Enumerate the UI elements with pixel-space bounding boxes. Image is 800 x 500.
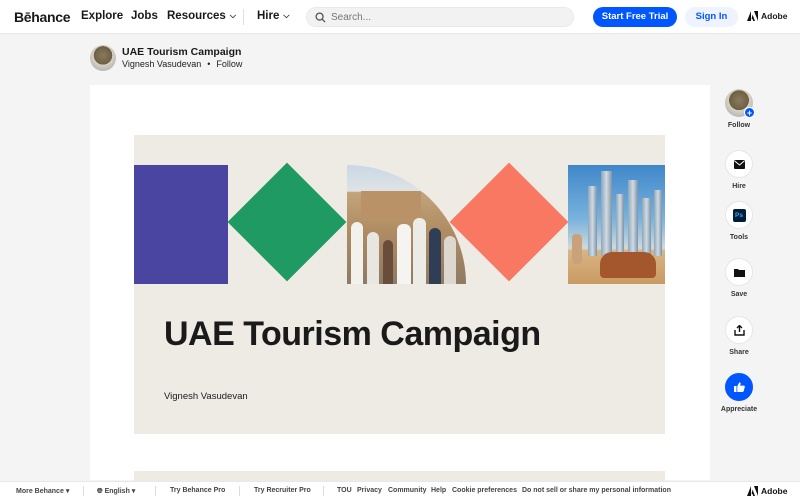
rail-save-label: Save (730, 291, 748, 298)
nav-hire[interactable]: Hire ⌵ (257, 10, 289, 22)
fort-wall (361, 191, 421, 221)
footer-more-behance[interactable]: More Behance ▾ (16, 487, 69, 495)
figure (429, 228, 441, 284)
slide-author: Vignesh Vasudevan (164, 391, 248, 402)
plus-icon: + (744, 107, 755, 118)
globe-icon: 🌐︎ (97, 488, 103, 495)
coral-diamond (449, 162, 569, 282)
start-free-trial-button[interactable]: Start Free Trial (593, 7, 677, 27)
purple-rectangle (134, 165, 228, 284)
footer-language-label: English (104, 488, 130, 495)
figure (413, 218, 426, 284)
skyscraper (628, 180, 638, 256)
nav-divider (243, 9, 244, 25)
photoshop-icon: Ps (732, 208, 746, 222)
skyscraper (642, 198, 651, 256)
project-title: UAE Tourism Campaign (122, 46, 242, 58)
chevron-down-icon: ⌵ (229, 11, 236, 20)
footer-cookie-preferences[interactable]: Cookie preferences (452, 487, 517, 494)
footer-try-recruiter-pro[interactable]: Try Recruiter Pro (254, 487, 311, 494)
skyscraper (601, 171, 612, 256)
rail-appreciate-label: Appreciate (720, 406, 758, 413)
rail-hire[interactable]: Hire (718, 150, 760, 190)
skyscraper (588, 186, 597, 256)
owner-name-link[interactable]: Vignesh Vasudevan (122, 59, 201, 69)
footer-divider (239, 486, 240, 496)
rail-share[interactable]: Share (718, 316, 760, 356)
adobe-link[interactable]: Adobe (747, 11, 787, 21)
rail-follow-label: Follow (727, 122, 751, 129)
footer-adobe-link[interactable]: Adobe (747, 486, 787, 496)
rail-hire-label: Hire (732, 183, 746, 190)
skyscraper (616, 194, 624, 256)
heritage-photo (347, 165, 466, 284)
footer-tou[interactable]: TOU (337, 487, 352, 494)
follow-link[interactable]: Follow (216, 59, 242, 69)
figure (367, 232, 379, 284)
rail-appreciate[interactable]: Appreciate (718, 373, 760, 413)
footer-help[interactable]: Help (431, 487, 446, 494)
owner-avatar[interactable] (90, 45, 116, 71)
footer-divider (323, 486, 324, 496)
nav-resources-label: Resources (167, 10, 226, 22)
tools-button[interactable]: Ps (725, 201, 753, 229)
chevron-down-icon: ⌵ (283, 11, 290, 20)
rail-share-label: Share (729, 349, 749, 356)
figure (351, 222, 363, 284)
figure (444, 236, 456, 284)
footer-adobe-label: Adobe (761, 486, 788, 496)
search-bar[interactable] (306, 7, 574, 27)
rail-tools-label: Tools (729, 234, 749, 241)
owner-avatar: + (725, 89, 755, 118)
footer-community[interactable]: Community (388, 487, 427, 494)
cover-slide: UAE Tourism Campaign Vignesh Vasudevan (134, 135, 665, 434)
footer-do-not-sell[interactable]: Do not sell or share my personal informa… (522, 487, 671, 494)
meta-separator: • (207, 59, 211, 69)
rail-follow[interactable]: + Follow (718, 89, 760, 129)
footer-more-label: More Behance (16, 488, 64, 495)
slide-title: UAE Tourism Campaign (164, 315, 541, 353)
camel-head (572, 234, 582, 264)
figure (383, 240, 393, 284)
adobe-icon (747, 486, 758, 496)
top-nav: Bēhance Explore Jobs Resources⌵ Hire⌵ St… (0, 0, 800, 34)
save-button[interactable] (725, 258, 753, 286)
camel (600, 252, 656, 278)
rail-save[interactable]: Save (718, 258, 760, 298)
behance-logo[interactable]: Bēhance (14, 9, 71, 25)
nav-resources[interactable]: Resources ⌵ (167, 10, 236, 22)
adobe-label: Adobe (761, 11, 788, 21)
caret-down-icon: ▾ (65, 488, 70, 495)
appreciate-button[interactable] (725, 373, 753, 401)
footer: More Behance ▾ 🌐︎ English ▾ Try Behance … (0, 481, 800, 500)
dubai-skyline-photo (568, 165, 665, 284)
search-icon (315, 12, 326, 23)
skyscraper (654, 190, 662, 256)
hire-button[interactable] (725, 150, 753, 178)
caret-down-icon: ▾ (131, 488, 136, 495)
footer-privacy[interactable]: Privacy (357, 487, 382, 494)
share-icon (733, 324, 745, 336)
thumbs-up-icon (733, 382, 745, 392)
figure (397, 224, 411, 284)
mail-icon (733, 159, 745, 169)
green-diamond (227, 162, 347, 282)
project-canvas: UAE Tourism Campaign Vignesh Vasudevan (90, 85, 710, 491)
folder-icon (733, 268, 745, 277)
nav-jobs[interactable]: Jobs (131, 10, 158, 22)
footer-language[interactable]: 🌐︎ English ▾ (97, 487, 135, 496)
nav-hire-label: Hire (257, 10, 280, 22)
search-input[interactable] (331, 10, 561, 25)
footer-try-behance-pro[interactable]: Try Behance Pro (170, 487, 225, 494)
share-button[interactable] (725, 316, 753, 344)
adobe-icon (747, 11, 758, 21)
footer-divider (83, 486, 84, 496)
nav-explore[interactable]: Explore (81, 10, 123, 22)
rail-tools[interactable]: Ps Tools (718, 201, 760, 241)
sign-in-button[interactable]: Sign In (685, 7, 738, 27)
project-meta: Vignesh Vasudevan • Follow (122, 59, 242, 69)
footer-divider (155, 486, 156, 496)
